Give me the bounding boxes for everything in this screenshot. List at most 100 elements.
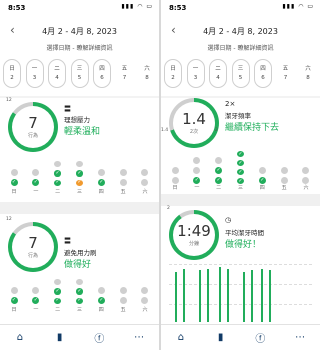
day-column: ✓ ✓ <box>52 158 64 186</box>
tab-bar: ⌂ ▮ ⓕ ⋯ <box>0 324 159 350</box>
day-label: 六 <box>142 189 148 195</box>
day-label: 二 <box>55 189 61 195</box>
time-card[interactable]: 1:49 分鐘 2 ◷ 平均潔牙時間 做得好！ <box>161 206 320 326</box>
status-bar: 8:53 ▮▮▮ ◠ ▭ <box>161 0 320 16</box>
empty-dot <box>302 177 310 184</box>
day-column <box>139 276 151 304</box>
day-column <box>278 148 290 184</box>
check-dot: ✓ <box>97 179 105 186</box>
ring-unit: 分鐘 <box>188 240 199 247</box>
day-column: ✓ <box>95 276 107 304</box>
day-button-tue[interactable]: 二4 <box>209 59 227 88</box>
scrub-ring: 7 行為 <box>8 222 58 272</box>
check-dot: ✓ <box>10 179 18 186</box>
empty-dot <box>141 287 149 294</box>
time-bar <box>243 272 245 322</box>
empty-dot <box>119 169 127 176</box>
day-button-thu[interactable]: 四6 <box>93 59 111 88</box>
brush-mode-icon[interactable]: ⓕ <box>249 330 271 345</box>
brush-mode-icon[interactable]: ⓕ <box>88 330 110 345</box>
day-selector: 日2 一3 二4 三5 四6 五7 六8 <box>3 59 156 88</box>
check-dot: ✓ <box>236 159 244 166</box>
pressure-card[interactable]: 7 行為 12 〓 理想壓力 輕柔溫和 ✓ ✓ ✓ ✓ ✓ ✓ ✓ 日一二三四五六 <box>0 98 159 202</box>
day-label: 三 <box>237 185 243 191</box>
time-bar <box>199 270 201 322</box>
metric-status: 做得好！ <box>225 240 262 250</box>
empty-dot <box>280 177 288 184</box>
scrub-card[interactable]: 7 行為 12 〓 避免用力刷 做得好 ✓ ✓ ✓ ✓ ✓ ✓ ✓ 日一二三四五六 <box>0 214 159 326</box>
day-label: 四 <box>259 185 265 191</box>
ring-tick: 2 <box>167 206 170 211</box>
check-dot: ✓ <box>32 297 40 304</box>
check-dot: ✓ <box>193 177 201 184</box>
metric-status: 做得好 <box>64 260 92 270</box>
day-label: 三 <box>76 189 82 195</box>
home-icon[interactable]: ⌂ <box>170 332 192 343</box>
day-button-mon[interactable]: 一3 <box>25 59 44 88</box>
stats-icon[interactable]: ▮ <box>210 332 232 343</box>
check-dot: ✓ <box>54 179 62 186</box>
day-column: ✓ <box>191 148 203 184</box>
day-button-thu[interactable]: 四6 <box>254 59 272 88</box>
day-column: ✓ ✓ <box>52 276 64 304</box>
day-column: ✓ <box>95 158 107 186</box>
day-button-sun[interactable]: 日2 <box>3 59 21 88</box>
ring-tick: 12 <box>6 98 12 103</box>
day-button-mon[interactable]: 一3 <box>186 59 205 88</box>
more-icon[interactable]: ⋯ <box>128 332 150 343</box>
empty-dot <box>141 297 149 304</box>
status-time: 8:53 <box>169 4 187 12</box>
empty-dot <box>171 177 179 184</box>
empty-dot <box>215 157 223 164</box>
empty-dot <box>97 287 105 294</box>
day-button-tue[interactable]: 二4 <box>48 59 66 88</box>
day-button-sat[interactable]: 六8 <box>299 59 317 88</box>
day-label: 四 <box>98 307 104 313</box>
day-number: 4 <box>55 74 59 81</box>
day-column: ✓ ✓ <box>73 276 85 304</box>
day-button-fri[interactable]: 五7 <box>276 59 295 88</box>
day-number: 6 <box>261 74 265 81</box>
empty-dot <box>302 167 310 174</box>
home-icon[interactable]: ⌂ <box>9 332 31 343</box>
check-dot: ✓ <box>32 179 40 186</box>
day-number: 6 <box>100 74 104 81</box>
status-time: 8:53 <box>8 4 26 12</box>
time-bar <box>183 269 185 322</box>
more-icon[interactable]: ⋯ <box>289 332 311 343</box>
day-button-sun[interactable]: 日2 <box>164 59 182 88</box>
frequency-card[interactable]: 1.4 2次 1.4 2 2× 潔牙頻率 繼續保持下去 ✓ ✓ ✓ ✓ ✓ ✓ ✓ ✓ 日一二… <box>161 98 320 194</box>
time-bar <box>227 269 229 322</box>
day-label: 一 <box>33 189 39 195</box>
day-label: 四 <box>98 189 104 195</box>
empty-dot <box>141 179 149 186</box>
empty-dot <box>10 169 18 176</box>
day-name: 一 <box>192 65 199 72</box>
day-button-wed[interactable]: 三5 <box>70 59 89 88</box>
day-button-sat[interactable]: 六8 <box>138 59 156 88</box>
day-column: ✓ ✓ <box>73 158 85 186</box>
day-label: 日 <box>11 189 17 195</box>
day-button-fri[interactable]: 五7 <box>115 59 134 88</box>
time-bar <box>261 269 263 322</box>
empty-dot <box>119 287 127 294</box>
day-name: 日 <box>170 65 176 72</box>
check-dot: ✓ <box>97 297 105 304</box>
stats-icon[interactable]: ▮ <box>49 332 71 343</box>
day-label: 六 <box>142 307 148 313</box>
brush-icon: 〓 <box>64 105 71 113</box>
ring-unit: 2次 <box>189 128 199 135</box>
day-number: 7 <box>122 74 127 81</box>
day-label: 五 <box>120 189 126 195</box>
empty-dot <box>75 279 83 286</box>
day-number: 8 <box>145 74 149 81</box>
date-range: 4月 2 - 4月 8, 2023 <box>42 27 117 36</box>
day-name: 五 <box>282 65 289 72</box>
day-button-wed[interactable]: 三5 <box>231 59 250 88</box>
empty-dot <box>193 157 201 164</box>
day-label: 二 <box>55 307 61 313</box>
metric-title: 避免用力刷 <box>64 249 97 257</box>
tab-bar: ⌂ ▮ ⓕ ⋯ <box>161 324 320 350</box>
ring-center: 7 行為 <box>12 106 54 148</box>
empty-dot <box>258 167 266 174</box>
